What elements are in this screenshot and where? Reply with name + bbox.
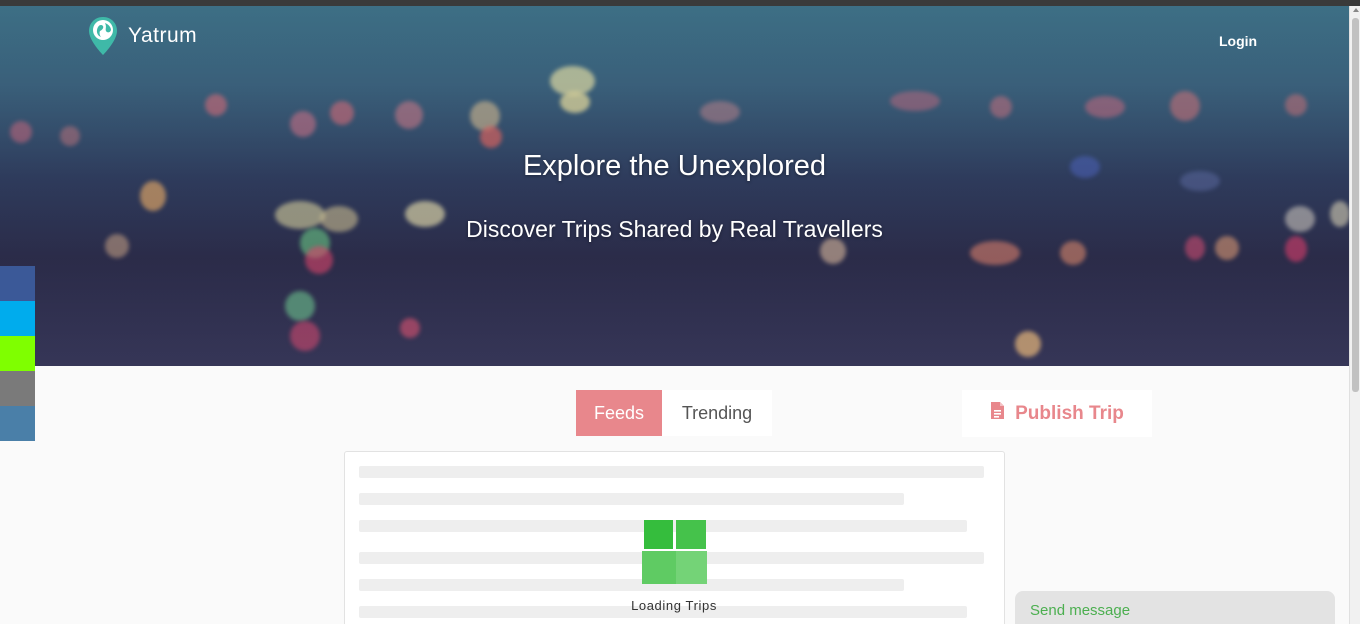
more-icon[interactable]	[0, 406, 35, 441]
feed-tabs: Feeds Trending	[576, 390, 772, 436]
twitter-icon[interactable]	[0, 301, 35, 336]
facebook-icon[interactable]	[0, 266, 35, 301]
publish-trip-button[interactable]: Publish Trip	[962, 390, 1152, 437]
loader-square	[676, 551, 707, 584]
page-scrollbar[interactable]	[1349, 6, 1360, 624]
map-pin-logo-icon	[88, 16, 118, 56]
loader-square	[644, 520, 673, 549]
tab-trending[interactable]: Trending	[662, 390, 772, 436]
social-share-bar	[0, 266, 35, 441]
skeleton-line	[359, 579, 904, 591]
brand-name: Yatrum	[128, 24, 198, 47]
hero-subtitle: Discover Trips Shared by Real Travellers	[466, 216, 883, 242]
brand[interactable]: Yatrum	[88, 16, 197, 56]
hero-overlay	[0, 6, 1349, 366]
skeleton-line	[359, 493, 904, 505]
send-message-chat-widget[interactable]: Send message	[1015, 591, 1335, 624]
scrollbar-thumb[interactable]	[1352, 18, 1359, 392]
skeleton-line	[359, 466, 984, 478]
login-link[interactable]: Login	[1219, 33, 1257, 49]
hero-title: Explore the Unexplored	[522, 150, 827, 182]
hero-banner: Yatrum Login Explore the Unexplored Disc…	[0, 6, 1349, 366]
share-icon[interactable]	[0, 336, 35, 371]
document-icon	[990, 401, 1005, 426]
loading-spinner	[642, 519, 708, 585]
loader-square	[676, 520, 706, 549]
email-icon[interactable]	[0, 371, 35, 406]
scroll-up-icon[interactable]	[1353, 8, 1359, 12]
publish-trip-label: Publish Trip	[1015, 402, 1124, 424]
loading-text: Loading Trips	[631, 598, 717, 613]
loader-square	[642, 551, 676, 584]
tab-feeds[interactable]: Feeds	[576, 390, 662, 436]
